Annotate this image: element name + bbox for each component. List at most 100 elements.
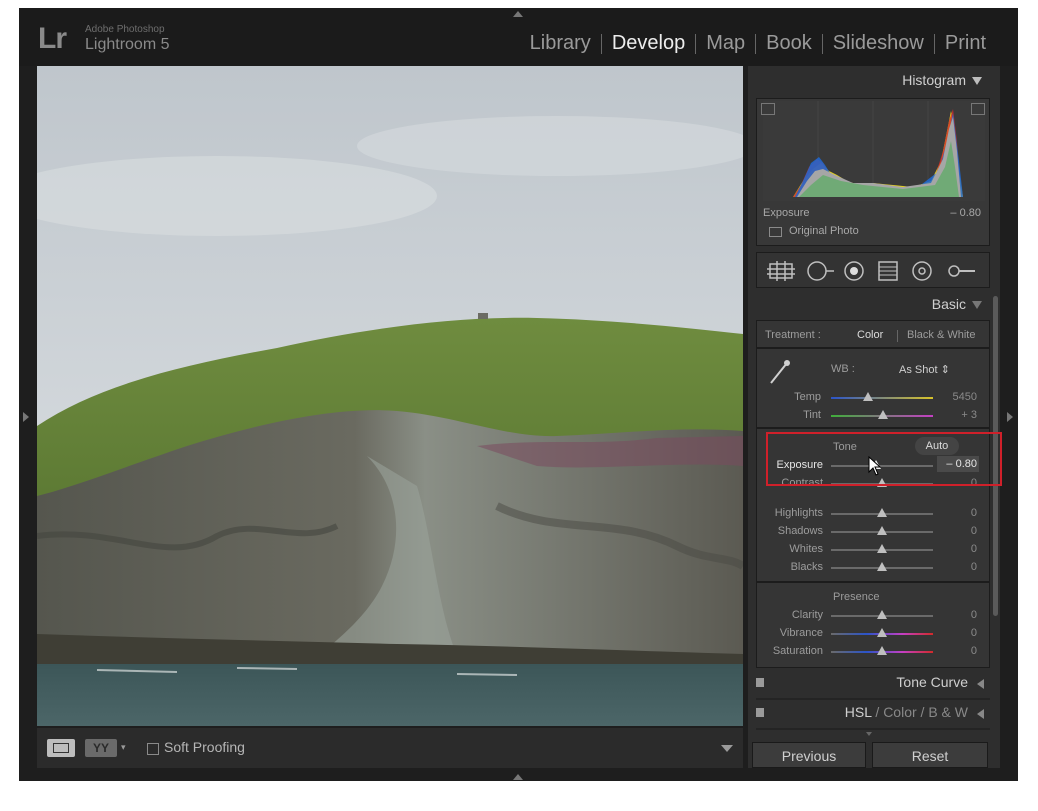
- blacks-label: Blacks: [790, 561, 823, 573]
- clarity-label: Clarity: [791, 609, 823, 621]
- right-panel-content: Histogram Exposure – 0.80 Original Photo…: [752, 66, 990, 768]
- tool-strip: [756, 252, 990, 288]
- hsl-tabs: HSL / Color / B & W: [845, 704, 968, 720]
- previous-button[interactable]: Previous: [752, 742, 866, 768]
- vibrance-slider-thumb[interactable]: [877, 628, 887, 637]
- logo-vendor: Adobe Photoshop: [85, 24, 165, 35]
- temp-slider-thumb[interactable]: [863, 392, 873, 401]
- lightroom-window: Lr Adobe Photoshop Lightroom 5 Library D…: [19, 8, 1018, 781]
- expand-triangle-icon: [977, 679, 984, 689]
- presence-section: Presence Clarity 0 Vibrance 0 Saturation…: [756, 582, 990, 668]
- module-slideshow[interactable]: Slideshow: [823, 32, 934, 55]
- temp-slider[interactable]: [831, 397, 933, 399]
- radial-filter-icon[interactable]: [911, 261, 933, 281]
- color-tab[interactable]: Color: [883, 704, 916, 720]
- wb-value: As Shot: [899, 364, 938, 376]
- whites-value[interactable]: 0: [937, 543, 977, 555]
- landscape-photo: [37, 66, 743, 726]
- white-balance-section: WB : As Shot ⇕ Temp 5450 Tint + 3: [756, 348, 990, 428]
- spot-removal-icon[interactable]: [805, 261, 835, 281]
- crop-overlay-icon[interactable]: [767, 261, 795, 281]
- chevron-down-icon[interactable]: ▾: [121, 742, 126, 753]
- tint-value[interactable]: + 3: [937, 409, 977, 421]
- whites-slider-thumb[interactable]: [877, 544, 887, 553]
- clarity-slider-thumb[interactable]: [877, 610, 887, 619]
- photo-preview[interactable]: [37, 66, 743, 726]
- highlights-label: Highlights: [774, 507, 823, 519]
- saturation-value[interactable]: 0: [937, 645, 977, 657]
- toolbar-menu-icon[interactable]: [721, 745, 733, 752]
- histogram-info-label: Exposure: [763, 207, 810, 219]
- module-map[interactable]: Map: [696, 32, 755, 55]
- treatment-label: Treatment :: [765, 329, 821, 341]
- preview-toolbar: YY ▾ Soft Proofing: [37, 728, 743, 768]
- eyedropper-icon[interactable]: [767, 357, 793, 387]
- red-eye-icon[interactable]: [843, 261, 865, 281]
- highlights-value[interactable]: 0: [937, 507, 977, 519]
- adjustment-brush-icon[interactable]: [947, 261, 977, 281]
- hsl-header[interactable]: HSL / Color / B & W: [756, 700, 990, 730]
- histogram-title: Histogram: [902, 72, 966, 88]
- histogram-header[interactable]: Histogram: [902, 72, 982, 88]
- highlight-clipping-icon[interactable]: [971, 103, 985, 115]
- module-develop[interactable]: Develop: [602, 32, 695, 55]
- module-library[interactable]: Library: [520, 32, 601, 55]
- shadows-label: Shadows: [777, 525, 823, 537]
- shadows-value[interactable]: 0: [937, 525, 977, 537]
- loupe-view-button[interactable]: [47, 739, 75, 757]
- hsl-tab[interactable]: HSL: [845, 704, 872, 720]
- tone-curve-header[interactable]: Tone Curve: [756, 670, 990, 700]
- panel-toggle-icon[interactable]: [756, 678, 764, 687]
- treatment-color-button[interactable]: Color: [857, 329, 883, 341]
- lr-logo: Lr: [38, 22, 67, 55]
- before-after-button[interactable]: YY: [85, 739, 117, 757]
- presence-label: Presence: [833, 591, 880, 603]
- tone-curve-title: Tone Curve: [896, 674, 968, 690]
- basic-header[interactable]: Basic: [932, 296, 982, 312]
- wb-select[interactable]: As Shot ⇕: [899, 363, 950, 376]
- reset-button[interactable]: Reset: [872, 742, 988, 768]
- more-panels-icon[interactable]: [866, 732, 872, 736]
- shadows-slider-thumb[interactable]: [877, 526, 887, 535]
- blacks-slider-thumb[interactable]: [877, 562, 887, 571]
- whites-label: Whites: [789, 543, 823, 555]
- vibrance-value[interactable]: 0: [937, 627, 977, 639]
- vibrance-label: Vibrance: [779, 627, 823, 639]
- module-picker: Library Develop Map Book Slideshow Print: [520, 32, 996, 55]
- tint-label: Tint: [803, 409, 821, 421]
- treatment-bw-button[interactable]: Black & White: [907, 329, 975, 341]
- module-print[interactable]: Print: [935, 32, 996, 55]
- original-photo-icon: [769, 227, 782, 237]
- expand-triangle-icon: [977, 709, 984, 719]
- hsl-tab-separator: /: [871, 704, 884, 720]
- saturation-label: Saturation: [772, 645, 823, 657]
- wb-label: WB :: [831, 363, 855, 375]
- soft-proofing-label: Soft Proofing: [164, 739, 245, 755]
- bw-tab[interactable]: B & W: [928, 704, 968, 720]
- histogram-graph: [763, 101, 985, 201]
- basic-title: Basic: [931, 296, 966, 312]
- clarity-value[interactable]: 0: [937, 609, 977, 621]
- tint-slider-thumb[interactable]: [878, 410, 888, 419]
- graduated-filter-icon[interactable]: [877, 261, 899, 281]
- temp-label: Temp: [794, 391, 821, 403]
- mouse-cursor-icon: [868, 456, 882, 476]
- soft-proofing-checkbox[interactable]: [147, 743, 159, 755]
- top-panel-toggle-icon[interactable]: [513, 11, 523, 17]
- shadow-clipping-icon[interactable]: [761, 103, 775, 115]
- collapse-triangle-icon: [972, 301, 982, 310]
- histogram: Exposure – 0.80 Original Photo: [756, 98, 990, 246]
- highlights-slider-thumb[interactable]: [877, 508, 887, 517]
- panel-toggle-icon[interactable]: [756, 708, 764, 717]
- bottom-panel-toggle-icon[interactable]: [513, 774, 523, 780]
- module-book[interactable]: Book: [756, 32, 822, 55]
- left-panel-toggle-icon[interactable]: [23, 412, 29, 422]
- collapse-triangle-icon: [972, 77, 982, 86]
- temp-value[interactable]: 5450: [937, 391, 977, 403]
- saturation-slider-thumb[interactable]: [877, 646, 887, 655]
- exposure-highlight-box: [766, 432, 1002, 486]
- blacks-value[interactable]: 0: [937, 561, 977, 573]
- histogram-info-value: – 0.80: [950, 207, 981, 219]
- right-panel: Histogram Exposure – 0.80 Original Photo…: [748, 66, 1000, 768]
- right-panel-toggle-icon[interactable]: [1007, 412, 1013, 422]
